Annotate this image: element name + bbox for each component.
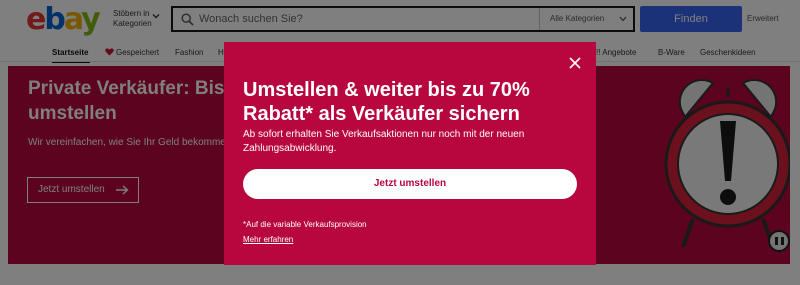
close-icon[interactable]	[569, 57, 581, 69]
dialog-heading: Umstellen & weiter bis zu 70% Rabatt* al…	[243, 79, 530, 125]
dialog-body-text: Ab sofort erhalten Sie Verkaufsaktionen …	[243, 129, 525, 154]
promo-dialog: Umstellen & weiter bis zu 70% Rabatt* al…	[224, 42, 596, 265]
dialog-footnote: *Auf die variable Verkaufsprovision	[243, 220, 367, 229]
dialog-cta-button[interactable]: Jetzt umstellen	[243, 169, 577, 199]
learn-more-link[interactable]: Mehr erfahren	[243, 235, 293, 244]
